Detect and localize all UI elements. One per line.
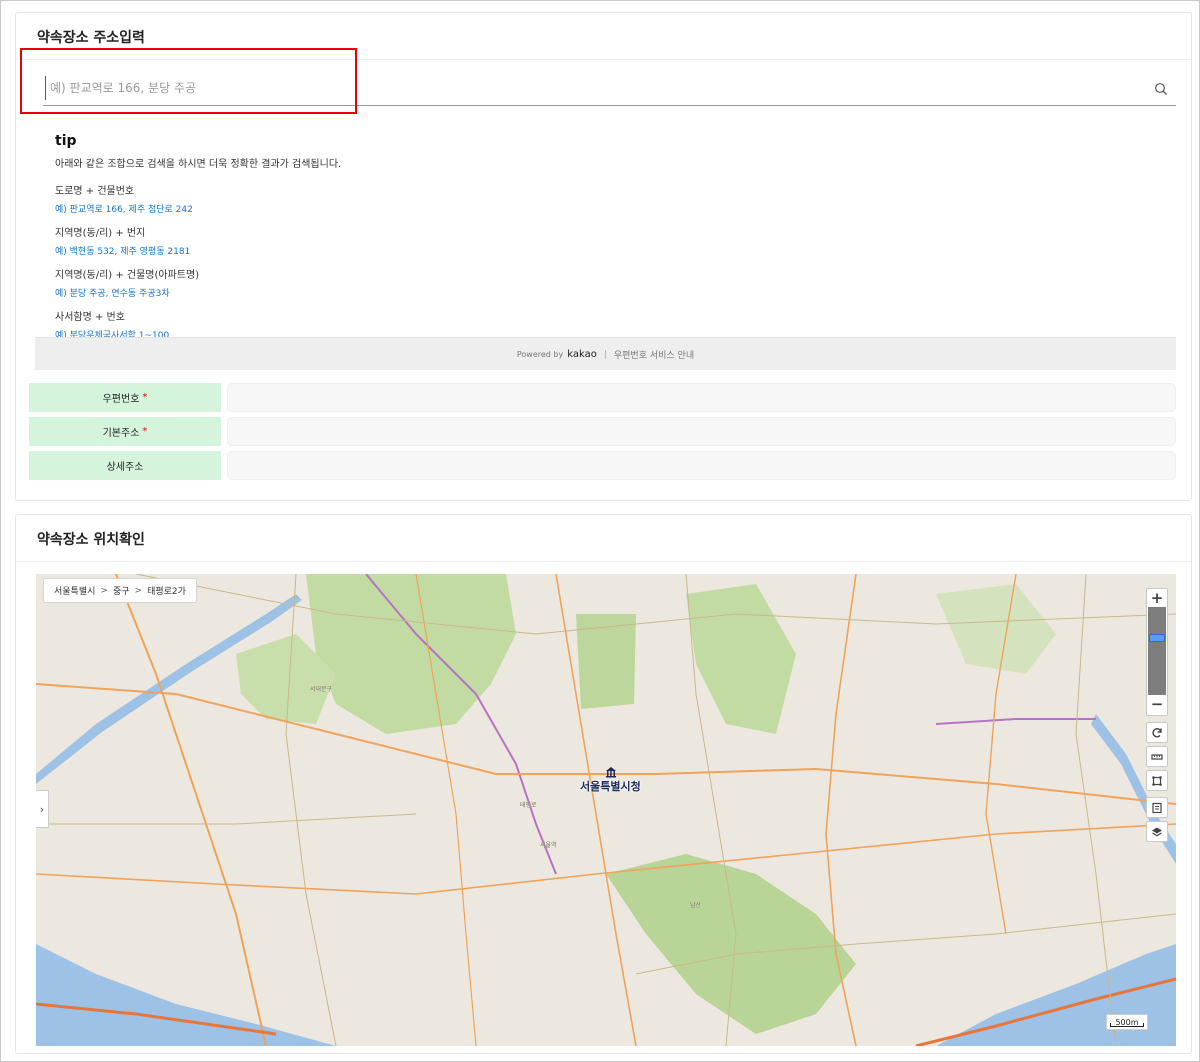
postcode-label-text: 우편번호 (102, 394, 140, 405)
tip-title: tip (55, 133, 77, 149)
distance-measure-button[interactable] (1146, 746, 1168, 767)
zoom-slider-handle[interactable] (1149, 634, 1165, 642)
tip-item-label: 지역명(동/리) + 번지 (55, 228, 146, 239)
map-view[interactable]: 서울특별시 > 중구 > 태평로2가 (36, 574, 1176, 1046)
title-divider (16, 561, 1191, 562)
detail-address-label: 상세주소 (29, 451, 221, 480)
postcode-service-guide-link[interactable]: 우편번호 서비스 안내 (614, 348, 694, 361)
chevron-right-icon: › (39, 802, 45, 816)
kakao-logo[interactable]: kakao (567, 349, 597, 360)
required-mark: * (142, 426, 148, 437)
tip-item-label: 사서함명 + 번호 (55, 312, 125, 323)
place-label: 서대문구 (310, 686, 333, 693)
place-label: 태평로 (520, 802, 537, 809)
place-label: 남산 (690, 902, 702, 909)
zoom-control: + − (1146, 588, 1168, 716)
powered-by-bar: Powered by kakao 우편번호 서비스 안내 (35, 337, 1176, 370)
search-icon[interactable] (1154, 82, 1168, 96)
tip-item: 도로명 + 건물번호 예) 판교역로 166, 제주 첨단로 242 (55, 182, 655, 215)
map-panel-title: 약속장소 위치확인 (37, 532, 145, 548)
basic-address-row: 기본주소 * (29, 417, 1176, 446)
city-hall-icon[interactable] (605, 766, 617, 778)
detail-address-label-text: 상세주소 (106, 462, 144, 473)
tip-item-example: 예) 백현동 532, 제주 영평동 2181 (55, 247, 191, 257)
layers-button[interactable] (1146, 821, 1168, 842)
map-breadcrumb: 서울특별시 > 중구 > 태평로2가 (43, 578, 197, 603)
ruler-icon (1151, 753, 1163, 760)
basic-address-label: 기본주소 * (29, 417, 221, 446)
area-measure-button[interactable] (1146, 770, 1168, 791)
tip-item-example: 예) 판교역로 166, 제주 첨단로 242 (55, 205, 193, 215)
roadview-button[interactable] (1146, 797, 1168, 818)
basic-address-field[interactable] (227, 417, 1176, 446)
refresh-button[interactable] (1146, 722, 1168, 743)
breadcrumb-separator: > (134, 585, 143, 596)
postcode-row: 우편번호 * (29, 383, 1176, 412)
required-mark: * (142, 392, 148, 403)
roadview-icon (1152, 802, 1162, 813)
powered-by-prefix: Powered by (516, 349, 564, 359)
zoom-in-button[interactable]: + (1147, 589, 1167, 607)
tip-item: 지역명(동/리) + 건물명(아파트명) 예) 분당 주공, 연수동 주공3차 (55, 266, 655, 299)
tip-description: 아래와 같은 조합으로 검색을 하시면 더욱 정확한 결과가 검색됩니다. (55, 159, 342, 170)
place-label: 서울역 (540, 842, 557, 849)
postcode-label: 우편번호 * (29, 383, 221, 412)
map-tiles (36, 574, 1176, 1046)
title-divider (16, 59, 1191, 60)
map-side-toggle-button[interactable]: › (36, 790, 49, 828)
layers-icon (1152, 827, 1162, 836)
breadcrumb-item[interactable]: 서울특별시 (54, 584, 95, 597)
zoom-out-button[interactable]: − (1147, 695, 1167, 713)
tip-item-label: 지역명(동/리) + 건물명(아파트명) (55, 270, 200, 281)
map-scale-bar: 500m (1106, 1014, 1148, 1030)
area-icon (1152, 775, 1162, 786)
breadcrumb-item[interactable]: 중구 (113, 584, 130, 597)
search-tip: tip 아래와 같은 조합으로 검색을 하시면 더욱 정확한 결과가 검색됩니다… (55, 133, 655, 341)
basic-address-label-text: 기본주소 (102, 428, 140, 439)
detail-address-field[interactable] (227, 451, 1176, 480)
address-panel-title: 약속장소 주소입력 (37, 30, 145, 46)
address-search-input[interactable] (45, 76, 1125, 100)
tip-item-example: 예) 분당 주공, 연수동 주공3차 (55, 289, 170, 299)
city-hall-label[interactable]: 서울특별시청 (580, 778, 641, 794)
breadcrumb-separator: > (100, 585, 108, 596)
tip-item-label: 도로명 + 건물번호 (55, 186, 135, 197)
breadcrumb-item[interactable]: 태평로2가 (147, 584, 186, 597)
refresh-icon (1152, 727, 1162, 737)
zoom-slider-track[interactable] (1148, 607, 1166, 695)
tip-item: 지역명(동/리) + 번지 예) 백현동 532, 제주 영평동 2181 (55, 224, 655, 257)
postcode-field[interactable] (227, 383, 1176, 412)
detail-address-row: 상세주소 (29, 451, 1176, 480)
divider (604, 349, 606, 359)
address-search-bar (43, 66, 1176, 106)
